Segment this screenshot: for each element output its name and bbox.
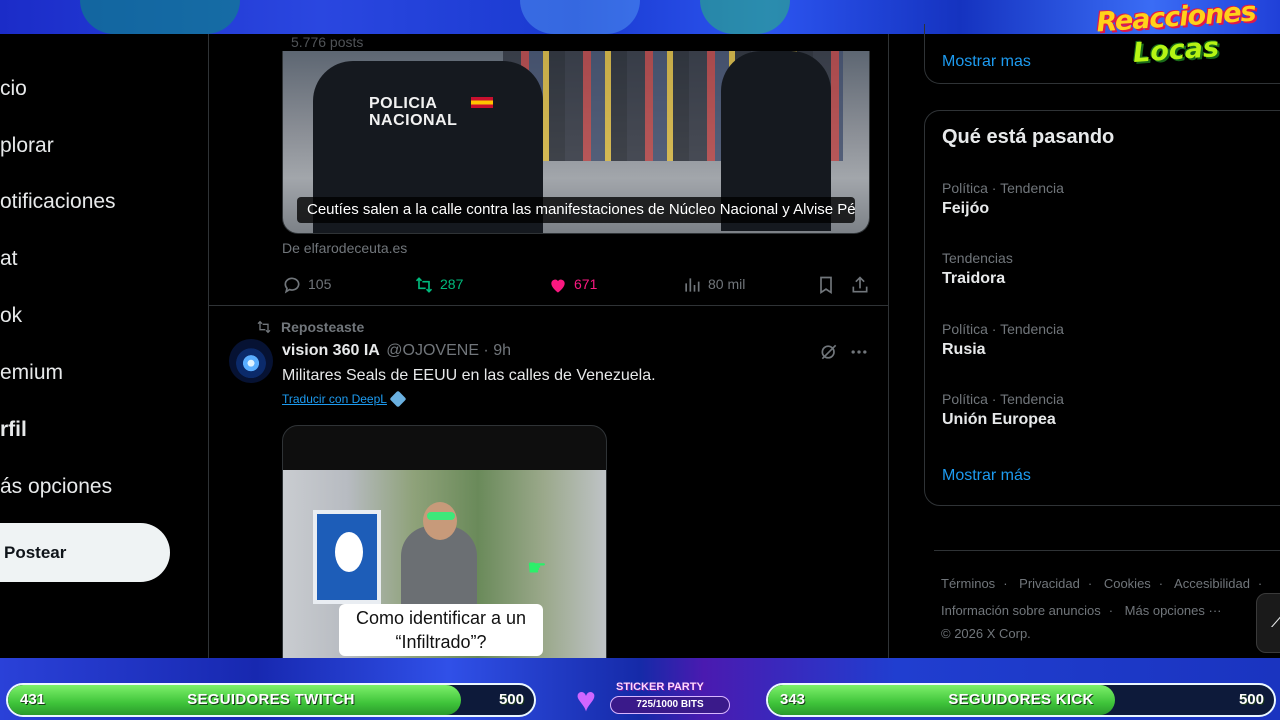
footer-accessibility-link[interactable]: Accesibilidad	[1174, 576, 1250, 591]
deepl-icon	[389, 390, 407, 408]
bookmark-button[interactable]	[816, 272, 842, 296]
trend-item[interactable]: Política · Tendencia Unión Europea	[942, 391, 1262, 429]
footer-links: Términos · Privacidad · Cookies · Accesibil…	[941, 576, 1263, 591]
timeline: 5.776 posts POLICIA NACIONAL Ceutíes sale…	[209, 34, 888, 658]
link-card-image[interactable]: POLICIA NACIONAL Ceutíes salen a la calle…	[282, 51, 870, 234]
left-navigation: cio plorar otificaciones at ok emium rfi…	[0, 34, 208, 658]
nav-item-grok[interactable]: ok	[0, 301, 22, 331]
nav-item-notifications[interactable]: otificaciones	[0, 187, 116, 217]
reposted-label: Reposteaste	[281, 319, 365, 335]
trends-title: Qué está pasando	[942, 126, 1115, 148]
views-chart-icon	[685, 278, 700, 292]
nav-item-premium[interactable]: emium	[0, 358, 63, 388]
trends-card	[924, 110, 1280, 506]
trend-context: Política · Tendencia	[942, 321, 1064, 337]
more-options-icon[interactable]	[849, 342, 869, 362]
author-name[interactable]: vision 360 IA	[282, 342, 380, 359]
repost-count: 287	[440, 276, 464, 292]
nav-item-profile[interactable]: rfil	[0, 415, 27, 445]
footer-links-2: Información sobre anuncios · Más opciones…	[941, 603, 1222, 618]
views-count: 80 mil	[708, 276, 746, 292]
trend-context: Política · Tendencia	[942, 391, 1064, 407]
footer-ads-info-link[interactable]: Información sobre anuncios	[941, 603, 1101, 618]
kick-followers-goal: 500	[1238, 691, 1264, 708]
right-sidebar: Mostrar mas Qué está pasando Política · …	[922, 24, 1280, 658]
like-button[interactable]: 671	[548, 272, 597, 296]
sticker-party-widget: ♥ STICKER PARTY 725/1000 BITS	[566, 680, 736, 718]
nav-item-explore[interactable]: plorar	[0, 131, 54, 161]
twitch-followers-label: SEGUIDORES TWITCH	[187, 691, 355, 708]
footer-terms-link[interactable]: Términos	[941, 576, 995, 591]
reply-icon	[284, 277, 300, 294]
video-subtitle: Como identificar a un “Infiltrado”?	[339, 604, 543, 656]
tweet-header-icons	[819, 342, 879, 362]
nav-item-home[interactable]: cio	[0, 74, 27, 104]
grok-chat-chip-icon[interactable]: ⟋	[1256, 593, 1280, 653]
trend-context: Política · Tendencia	[942, 180, 1064, 196]
nav-item-chat[interactable]: at	[0, 244, 18, 274]
trend-name: Feijóo	[942, 200, 990, 217]
twitch-followers-bar: 431 SEGUIDORES TWITCH 500	[6, 683, 536, 717]
tweet-header: vision 360 IA @OJOVENE · 9h	[282, 342, 511, 360]
grok-icon[interactable]	[819, 342, 839, 362]
translate-label: Traducir con DeepL	[282, 392, 387, 406]
footer-copyright: © 2026 X Corp.	[941, 626, 1031, 641]
tweet-separator	[209, 305, 888, 306]
trend-item[interactable]: Política · Tendencia Feijóo	[942, 180, 1262, 218]
trend-name: Traidora	[942, 270, 1006, 287]
views-button[interactable]: 80 mil	[682, 272, 745, 296]
sunglasses	[427, 512, 455, 520]
heart-icon	[551, 279, 565, 293]
trend-context: Tendencias	[942, 250, 1013, 266]
post-button[interactable]: Postear	[0, 523, 170, 582]
share-icon	[852, 276, 868, 293]
translate-link[interactable]: Traducir con DeepL	[282, 390, 407, 408]
sticker-party-title: STICKER PARTY	[616, 681, 704, 693]
nav-item-more-options[interactable]: ás opciones	[0, 472, 112, 502]
tweet-video[interactable]: Como identificar a un “Infiltrado”?	[282, 425, 607, 658]
bank-sign	[313, 510, 381, 604]
footer-more-options-link[interactable]: Más opciones ···	[1125, 603, 1222, 618]
trend-name: Unión Europea	[942, 411, 1056, 428]
twitch-followers-goal: 500	[498, 691, 524, 708]
hand-cursor-icon: ☛	[527, 555, 547, 580]
tweet-text: Militares Seals de EEUU en las calles de…	[282, 367, 656, 384]
repost-button[interactable]: 287	[414, 272, 463, 296]
trend-name: Rusia	[942, 341, 986, 358]
show-more-link[interactable]: Mostrar más	[942, 467, 1031, 485]
spain-flag-icon	[471, 97, 493, 108]
trend-item[interactable]: Tendencias Traidora	[942, 250, 1262, 288]
like-count: 671	[574, 276, 598, 292]
repost-small-icon	[257, 320, 271, 334]
footer-cookies-link[interactable]: Cookies	[1104, 576, 1151, 591]
repost-icon	[415, 277, 433, 294]
bookmark-icon	[820, 276, 832, 295]
link-source[interactable]: De elfarodeceuta.es	[282, 240, 407, 256]
kick-followers-label: SEGUIDORES KICK	[948, 691, 1094, 708]
avatar[interactable]	[229, 339, 273, 383]
sticker-party-bits: 725/1000 BITS	[610, 696, 730, 714]
police-vest-text: POLICIA NACIONAL	[369, 95, 458, 129]
author-handle-time[interactable]: @OJOVENE · 9h	[386, 342, 511, 359]
reply-button[interactable]: 105	[282, 272, 331, 296]
footer-privacy-link[interactable]: Privacidad	[1019, 576, 1080, 591]
kick-followers-bar: 343 SEGUIDORES KICK 500	[766, 683, 1276, 717]
reposted-indicator: Reposteaste	[255, 319, 364, 335]
footer-separator	[934, 550, 1280, 551]
reply-count: 105	[308, 276, 332, 292]
share-button[interactable]	[850, 272, 876, 296]
posts-count: 5.776 posts	[291, 34, 364, 50]
column-divider-right	[888, 34, 889, 658]
tweet-actions: 105 287 671 80 mil	[282, 272, 872, 296]
trend-item[interactable]: Política · Tendencia Rusia	[942, 321, 1262, 359]
person-head	[423, 502, 457, 540]
link-card-caption: Ceutíes salen a la calle contra las mani…	[297, 197, 855, 223]
heart-icon: ♥	[575, 681, 597, 719]
show-more-top-link[interactable]: Mostrar mas	[942, 53, 1031, 71]
